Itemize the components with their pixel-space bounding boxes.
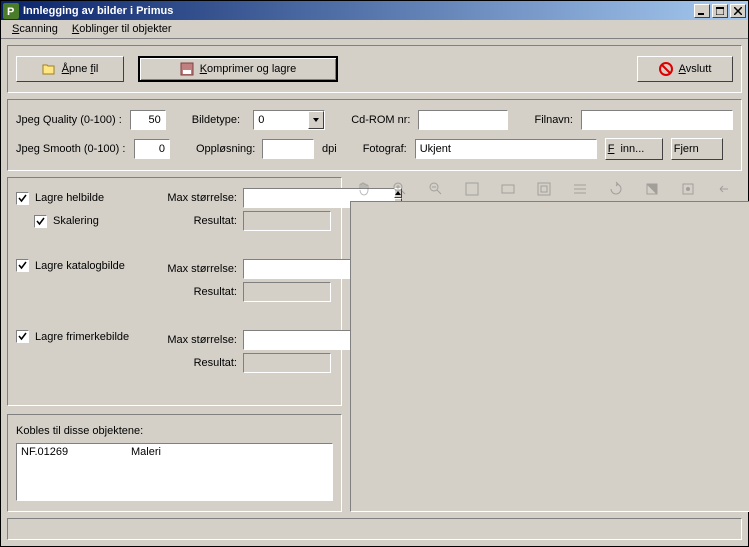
menu-koblinger[interactable]: Koblinger til objekter (65, 21, 179, 37)
jpeg-smooth-input[interactable] (134, 139, 170, 159)
finn-button[interactable]: Finn... (605, 138, 663, 160)
frimerke-result (243, 353, 331, 373)
link-panel: Kobles til disse objektene: NF.01269 Mal… (7, 414, 342, 512)
save-icon (180, 62, 194, 76)
svg-text:P: P (7, 6, 14, 17)
filnavn-label: Filnavn: (534, 114, 573, 126)
minimize-button[interactable] (694, 4, 710, 18)
preview-panel (350, 201, 749, 512)
undo-icon[interactable] (716, 181, 732, 197)
helbilde-group: Lagre helbilde Max størrelse: Skalering … (16, 188, 333, 231)
effects-icon[interactable] (680, 181, 696, 197)
max-size-label-3: Max størrelse: (157, 334, 237, 346)
dpi-label: dpi (322, 143, 337, 155)
opplosning-label: Oppløsning: (196, 143, 254, 155)
hand-icon[interactable] (356, 181, 372, 197)
settings-panel: Jpeg Quality (0-100) : Bildetype: 0 Cd-R… (7, 99, 742, 171)
compress-save-button[interactable]: Komprimer og lagre (138, 56, 338, 82)
list-item[interactable]: NF.01269 Maleri (21, 446, 328, 458)
fit-width-icon[interactable] (500, 181, 516, 197)
fit-icon[interactable] (464, 181, 480, 197)
open-file-button[interactable]: Åpne fil (16, 56, 124, 82)
bildetype-select[interactable]: 0 (253, 110, 325, 130)
content-area: Åpne fil Komprimer og lagre Avslutt Jpeg… (1, 39, 748, 546)
bildetype-label: Bildetype: (192, 114, 245, 126)
resultat-label-2: Resultat: (157, 286, 237, 298)
skalering-check[interactable]: Skalering (34, 215, 151, 228)
zoom-in-icon[interactable] (392, 181, 408, 197)
statusbar (7, 518, 742, 540)
maximize-button[interactable] (712, 4, 728, 18)
link-label: Kobles til disse objektene: (16, 425, 333, 437)
menubar: Scanning Koblinger til objekter (1, 20, 748, 39)
opplosning-input[interactable] (262, 139, 314, 159)
helbilde-max-spinner[interactable] (243, 188, 331, 208)
max-size-label-2: Max størrelse: (157, 263, 237, 275)
left-column: Lagre helbilde Max størrelse: Skalering … (7, 177, 342, 512)
window-title: Innlegging av bilder i Primus (23, 5, 694, 17)
fotograf-label: Fotograf: (363, 143, 407, 155)
resultat-label: Resultat: (157, 215, 237, 227)
main-window: P Innlegging av bilder i Primus Scanning… (0, 0, 749, 547)
jpeg-quality-input[interactable] (130, 110, 166, 130)
cdrom-input[interactable] (418, 110, 508, 130)
objects-listbox[interactable]: NF.01269 Maleri (16, 443, 333, 501)
lagre-katalogbilde-check[interactable]: Lagre katalogbilde (16, 259, 151, 272)
exit-icon (659, 62, 673, 76)
fjern-button[interactable]: Fjern (671, 138, 723, 160)
rotate-icon[interactable] (608, 181, 624, 197)
frimerke-max-spinner[interactable] (243, 330, 331, 350)
fotograf-input[interactable] (415, 139, 597, 159)
resultat-label-3: Resultat: (157, 357, 237, 369)
titlebar: P Innlegging av bilder i Primus (1, 1, 748, 20)
adjust-icon[interactable] (572, 181, 588, 197)
filnavn-input[interactable] (581, 110, 733, 130)
jpeg-quality-label: Jpeg Quality (0-100) : (16, 114, 122, 126)
close-button[interactable] (730, 4, 746, 18)
right-column (350, 177, 749, 512)
lagre-helbilde-check[interactable]: Lagre helbilde (16, 192, 151, 205)
folder-icon (42, 62, 56, 76)
mid-columns: Lagre helbilde Max størrelse: Skalering … (7, 177, 742, 512)
app-icon: P (3, 3, 19, 19)
menu-scanning[interactable]: Scanning (5, 21, 65, 37)
helbilde-result (243, 211, 331, 231)
jpeg-smooth-label: Jpeg Smooth (0-100) : (16, 143, 126, 155)
exit-button[interactable]: Avslutt (637, 56, 733, 82)
crop-icon[interactable] (536, 181, 552, 197)
lagre-frimerkebilde-check[interactable]: Lagre frimerkebilde (16, 330, 151, 343)
katalog-max-spinner[interactable] (243, 259, 331, 279)
frimerkebilde-group: Lagre frimerkebilde Max størrelse: Resul… (16, 330, 333, 373)
contrast-icon[interactable] (644, 181, 660, 197)
window-buttons (694, 4, 746, 18)
zoom-out-icon[interactable] (428, 181, 444, 197)
options-panel: Lagre helbilde Max størrelse: Skalering … (7, 177, 342, 406)
dropdown-icon (308, 111, 324, 129)
katalogbilde-group: Lagre katalogbilde Max størrelse: Result… (16, 259, 333, 302)
toolbar-panel: Åpne fil Komprimer og lagre Avslutt (7, 45, 742, 93)
katalog-result (243, 282, 331, 302)
preview-toolbar (350, 177, 749, 201)
max-size-label: Max størrelse: (157, 192, 237, 204)
cdrom-label: Cd-ROM nr: (351, 114, 410, 126)
